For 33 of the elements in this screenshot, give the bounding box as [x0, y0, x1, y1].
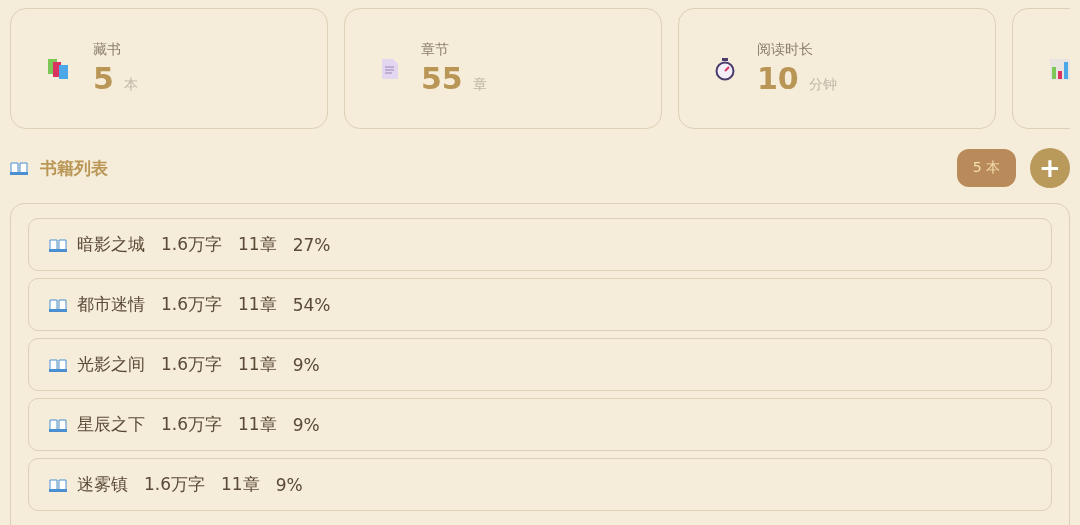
- document-icon: [381, 57, 399, 80]
- stat-value: 10: [757, 61, 799, 96]
- book-title: 光影之间: [77, 353, 145, 376]
- book-title: 星辰之下: [77, 413, 145, 436]
- stopwatch-icon: [715, 56, 735, 81]
- book-title: 迷雾镇: [77, 473, 128, 496]
- word-count: 1.6万字: [161, 413, 223, 436]
- open-book-icon: [49, 237, 67, 252]
- word-count: 1.6万字: [161, 353, 223, 376]
- section-title: 书籍列表: [40, 156, 108, 180]
- word-count: 1.6万字: [161, 233, 223, 256]
- open-book-icon: [49, 477, 67, 492]
- chapter-count: 11章: [238, 233, 277, 256]
- bar-chart-icon: [1049, 56, 1070, 81]
- open-book-icon: [49, 297, 67, 312]
- books-icon: [47, 57, 71, 80]
- word-count: 1.6万字: [161, 293, 223, 316]
- book-title: 暗影之城: [77, 233, 145, 256]
- book-title: 都市迷情: [77, 293, 145, 316]
- open-book-icon: [10, 161, 28, 175]
- stat-value: 55: [421, 61, 463, 96]
- stat-label: 藏书: [93, 41, 122, 59]
- stat-value: 5: [93, 61, 114, 96]
- count-badge: 5 本: [956, 149, 1016, 187]
- word-count: 1.6万字: [144, 473, 206, 496]
- chapter-count: 11章: [221, 473, 260, 496]
- stat-label: 章节: [421, 41, 450, 59]
- open-book-icon: [49, 357, 67, 372]
- chapter-count: 11章: [238, 413, 277, 436]
- chapter-count: 11章: [238, 293, 277, 316]
- stat-label: 阅读时长: [757, 41, 814, 59]
- open-book-icon: [49, 417, 67, 432]
- chapter-count: 11章: [238, 353, 277, 376]
